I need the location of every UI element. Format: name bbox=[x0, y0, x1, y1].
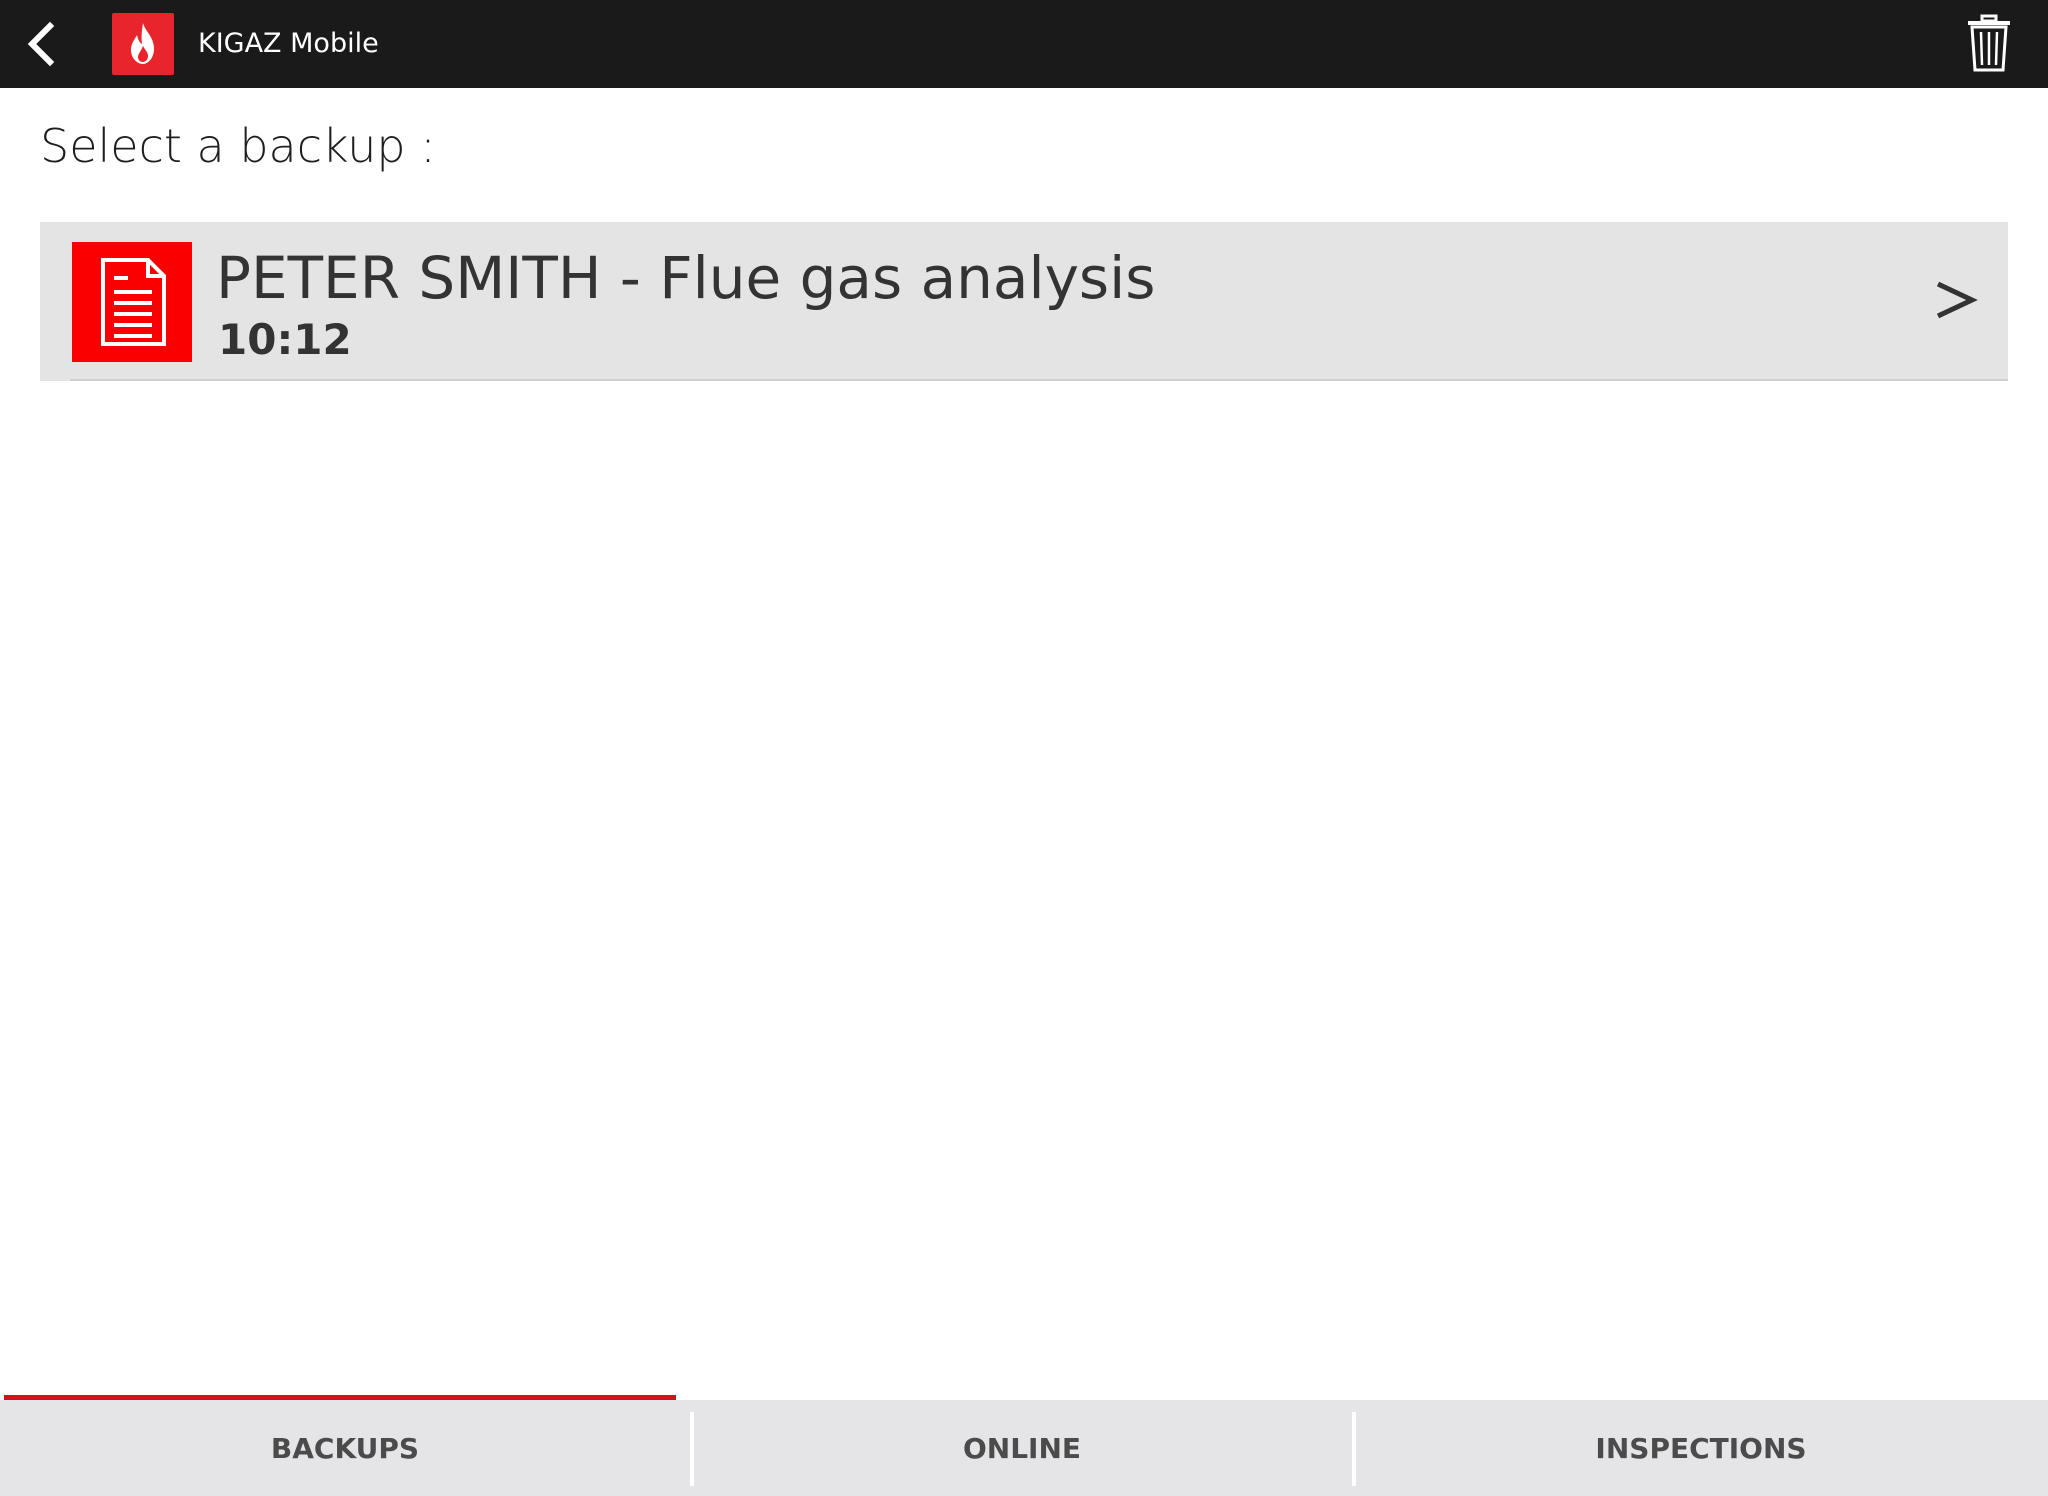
backup-list-item[interactable]: PETER SMITH - Flue gas analysis 10:12 bbox=[40, 222, 2008, 381]
page-heading: Select a backup : bbox=[40, 119, 436, 173]
delete-button[interactable] bbox=[1962, 12, 2016, 76]
document-icon-tile bbox=[72, 242, 192, 362]
tab-inspections[interactable]: INSPECTIONS bbox=[1354, 1400, 2048, 1496]
backup-time: 10:12 bbox=[218, 315, 352, 364]
app-title: KIGAZ Mobile bbox=[198, 28, 379, 59]
top-app-bar: KIGAZ Mobile bbox=[0, 0, 2048, 88]
tab-backups[interactable]: BACKUPS bbox=[0, 1400, 690, 1496]
back-arrow-icon bbox=[27, 21, 55, 67]
trash-icon bbox=[1968, 14, 2010, 72]
tab-backups-label: BACKUPS bbox=[270, 1431, 420, 1465]
backup-title: PETER SMITH - Flue gas analysis bbox=[216, 244, 1156, 312]
tab-inspections-label: INSPECTIONS bbox=[1595, 1431, 1807, 1465]
flame-icon bbox=[131, 23, 154, 64]
tab-online[interactable]: ONLINE bbox=[692, 1400, 1352, 1496]
bottom-tab-bar: BACKUPS ONLINE INSPECTIONS bbox=[0, 1400, 2048, 1496]
tab-online-label: ONLINE bbox=[962, 1431, 1082, 1465]
document-icon bbox=[101, 258, 166, 346]
chevron-right-icon bbox=[1936, 281, 1978, 319]
back-button[interactable] bbox=[14, 14, 74, 74]
app-logo bbox=[112, 13, 174, 75]
